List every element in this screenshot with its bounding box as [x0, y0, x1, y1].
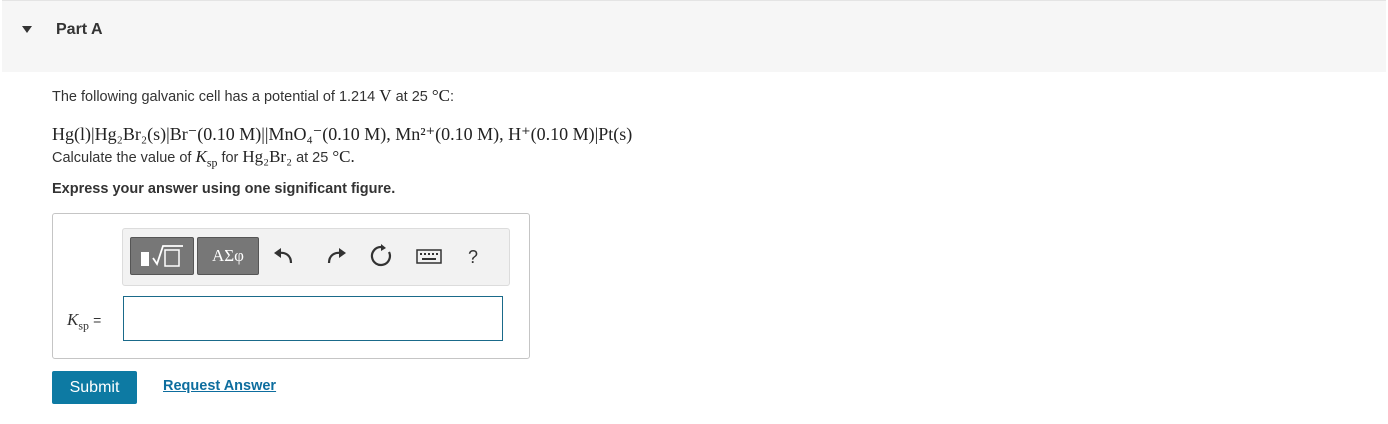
redo-icon[interactable] [323, 243, 349, 269]
help-button[interactable]: ? [468, 247, 478, 268]
calc-for: for [221, 150, 239, 166]
cell-notation: Hg(l)|Hg₂Br₂(s)|Br⁻(0.10 M)||MnO₄⁻(0.10 … [52, 124, 633, 144]
part-title: Part A [56, 21, 103, 38]
ksp-label: Ksp = [67, 310, 102, 333]
intro-text: The following galvanic cell has a potent… [52, 89, 376, 105]
submit-button[interactable]: Submit [52, 371, 137, 404]
calc-k: Ksp [195, 147, 218, 170]
intro-at: at 25 [395, 89, 428, 105]
calc-compound: Hg₂Br₂ [242, 147, 293, 166]
templates-button[interactable] [130, 237, 194, 275]
question-intro: The following galvanic cell has a potent… [52, 86, 454, 106]
templates-icon [141, 245, 183, 267]
reset-icon[interactable] [368, 243, 394, 269]
calc-prefix: Calculate the value of [52, 150, 192, 166]
answer-box: ΑΣφ ? Ksp = [52, 213, 530, 359]
calc-at: at 25 [296, 150, 329, 166]
greek-symbols-button[interactable]: ΑΣφ [197, 237, 259, 275]
part-header[interactable]: Part A [2, 0, 1386, 72]
ksp-answer-input[interactable] [123, 296, 503, 341]
calc-prompt: Calculate the value of Ksp for Hg₂Br₂ at… [52, 147, 355, 170]
request-answer-link[interactable]: Request Answer [163, 378, 276, 394]
instruction: Express your answer using one significan… [52, 181, 396, 197]
intro-colon: : [450, 89, 455, 105]
intro-unit: V [379, 86, 392, 105]
math-toolbar: ΑΣφ ? [122, 228, 510, 286]
calc-temp: °C. [332, 147, 355, 166]
undo-icon[interactable] [271, 243, 297, 269]
keyboard-icon[interactable] [415, 243, 443, 269]
intro-temp-unit: °C [431, 86, 450, 105]
collapse-caret-icon[interactable] [22, 26, 32, 33]
